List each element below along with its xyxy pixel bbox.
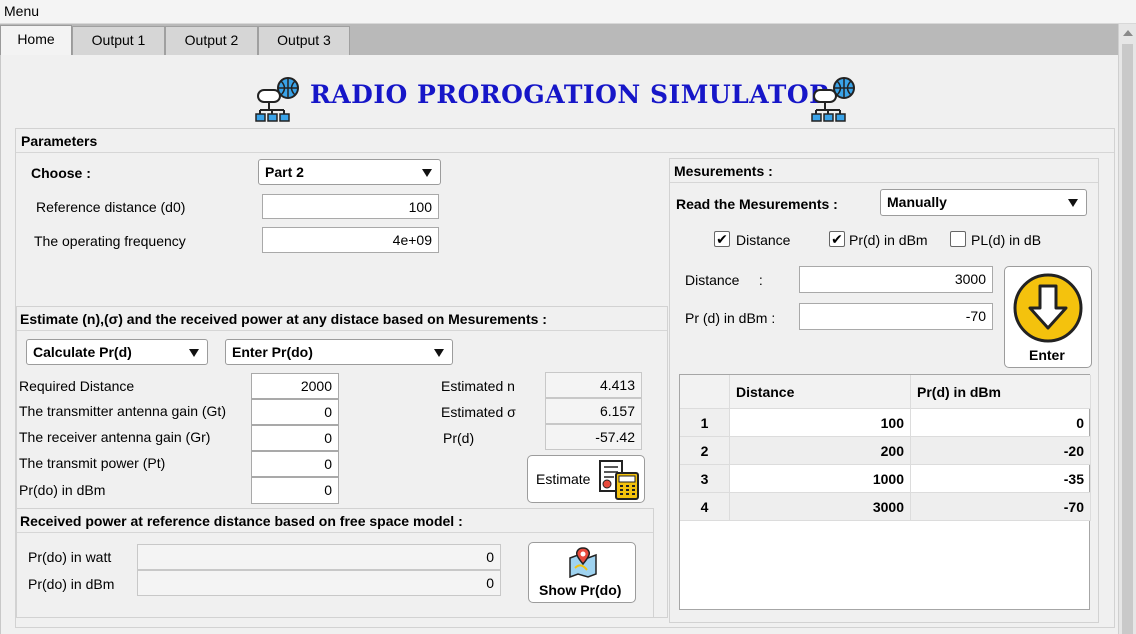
table-header-distance[interactable]: Distance	[730, 375, 911, 409]
gt-field[interactable]: 0	[251, 399, 339, 425]
estimate-heading: Estimate (n),(σ) and the received power …	[20, 311, 547, 327]
tab-output-1[interactable]: Output 1	[72, 26, 165, 55]
prd-value: -57.42	[545, 424, 642, 450]
read-mode-select[interactable]: Manually	[880, 189, 1087, 216]
read-mode-value: Manually	[887, 194, 947, 210]
tab-output-2[interactable]: Output 2	[165, 26, 258, 55]
table-cell-prd[interactable]: -70	[911, 493, 1091, 521]
prdo-watt-label: Pr(do) in watt	[28, 549, 112, 565]
gr-field[interactable]: 0	[251, 425, 339, 451]
estimate-button[interactable]: Estimate	[527, 455, 645, 503]
prd-input[interactable]: -70	[799, 303, 993, 330]
estimated-sigma-label: Estimated σ	[441, 404, 516, 420]
pld-db-checkbox-label: PL(d) in dB	[971, 232, 1042, 248]
tab-home[interactable]: Home	[0, 25, 72, 56]
table-cell-distance[interactable]: 200	[730, 437, 911, 465]
prdo-dbm-field[interactable]: 0	[251, 477, 339, 504]
free-space-heading: Received power at reference distance bas…	[20, 513, 463, 529]
menu-bar: Menu	[0, 0, 1136, 24]
tab-strip: Home Output 1 Output 2 Output 3	[0, 24, 1118, 56]
divider	[17, 330, 667, 331]
table-cell-prd[interactable]: -20	[911, 437, 1091, 465]
chevron-down-icon	[189, 349, 199, 357]
arrow-down-icon	[1013, 273, 1083, 343]
show-prdo-button[interactable]: Show Pr(do)	[528, 542, 636, 603]
distance-checkbox-label: Distance	[736, 232, 791, 248]
chevron-down-icon	[434, 349, 444, 357]
scroll-up-icon[interactable]	[1123, 30, 1133, 36]
enter-prdo-select[interactable]: Enter Pr(do)	[225, 339, 453, 365]
chevron-down-icon	[422, 169, 432, 177]
vertical-scrollbar[interactable]	[1118, 24, 1136, 634]
prdo-watt-value: 0	[137, 544, 501, 570]
distance-checkbox[interactable]: ✔	[714, 231, 730, 247]
table-cell-prd[interactable]: 0	[911, 409, 1091, 437]
distance-input-label: Distance :	[685, 272, 763, 288]
table-row-index: 3	[680, 465, 730, 493]
part-select-value: Part 2	[265, 164, 304, 180]
show-prdo-label: Show Pr(do)	[539, 582, 622, 598]
menu-item[interactable]: Menu	[4, 3, 39, 19]
table-header-index	[680, 375, 730, 409]
table-cell-distance[interactable]: 100	[730, 409, 911, 437]
table-cell-prd[interactable]: -35	[911, 465, 1091, 493]
read-measurements-label: Read the Mesurements :	[676, 196, 838, 212]
estimated-n-label: Estimated n	[441, 378, 515, 394]
frequency-field[interactable]: 4e+09	[262, 227, 439, 253]
calculate-select[interactable]: Calculate Pr(d)	[26, 339, 208, 365]
calculator-icon	[599, 460, 639, 500]
table-row-index: 4	[680, 493, 730, 521]
scroll-thumb[interactable]	[1122, 44, 1133, 634]
measurements-heading: Mesurements :	[674, 163, 773, 179]
map-pin-icon	[569, 547, 597, 578]
estimated-sigma-value: 6.157	[545, 398, 642, 424]
enter-button-label: Enter	[1029, 347, 1065, 363]
divider	[16, 152, 1114, 153]
gr-label: The receiver antenna gain (Gr)	[19, 429, 211, 445]
calculate-select-value: Calculate Pr(d)	[33, 344, 132, 360]
pt-field[interactable]: 0	[251, 451, 339, 477]
prd-label: Pr(d)	[443, 430, 475, 446]
chevron-down-icon	[1068, 199, 1078, 207]
estimate-button-label: Estimate	[536, 471, 591, 487]
required-distance-field[interactable]: 2000	[251, 373, 339, 399]
network-globe-icon	[811, 77, 855, 122]
pt-label: The transmit power (Pt)	[19, 455, 166, 471]
ref-distance-label: Reference distance (d0)	[36, 199, 186, 215]
divider	[670, 182, 1098, 183]
estimated-n-value: 4.413	[545, 372, 642, 398]
prdo-dbm-free-value: 0	[137, 570, 501, 596]
app-title: RADIO PROROGATION SIMULATOR	[310, 80, 831, 109]
tab-output-3[interactable]: Output 3	[258, 26, 350, 55]
prd-input-label: Pr (d) in dBm :	[685, 310, 776, 326]
table-cell-distance[interactable]: 1000	[730, 465, 911, 493]
prdo-dbm-free-label: Pr(do) in dBm	[28, 576, 115, 592]
table-header-prd[interactable]: Pr(d) in dBm	[911, 375, 1091, 409]
enter-button[interactable]: Enter	[1004, 266, 1092, 368]
measurements-table[interactable]: Distance Pr(d) in dBm 1 100 0 2 200 -20 …	[679, 374, 1091, 610]
pld-db-checkbox[interactable]	[950, 231, 966, 247]
divider	[17, 532, 653, 533]
frequency-label: The operating frequency	[34, 233, 186, 249]
required-distance-label: Required Distance	[19, 378, 135, 394]
prd-dbm-checkbox-label: Pr(d) in dBm	[849, 232, 928, 248]
prd-dbm-checkbox[interactable]: ✔	[829, 231, 845, 247]
distance-input[interactable]: 3000	[799, 266, 993, 293]
table-cell-distance[interactable]: 3000	[730, 493, 911, 521]
part-select[interactable]: Part 2	[258, 159, 441, 185]
ref-distance-field[interactable]: 100	[262, 194, 439, 219]
table-row-index: 2	[680, 437, 730, 465]
network-globe-icon	[255, 77, 299, 122]
enter-prdo-select-value: Enter Pr(do)	[232, 344, 313, 360]
choose-label: Choose :	[31, 165, 91, 181]
table-row-index: 1	[680, 409, 730, 437]
parameters-heading: Parameters	[21, 133, 98, 149]
prdo-dbm-label: Pr(do) in dBm	[19, 482, 106, 498]
gt-label: The transmitter antenna gain (Gt)	[19, 403, 226, 419]
